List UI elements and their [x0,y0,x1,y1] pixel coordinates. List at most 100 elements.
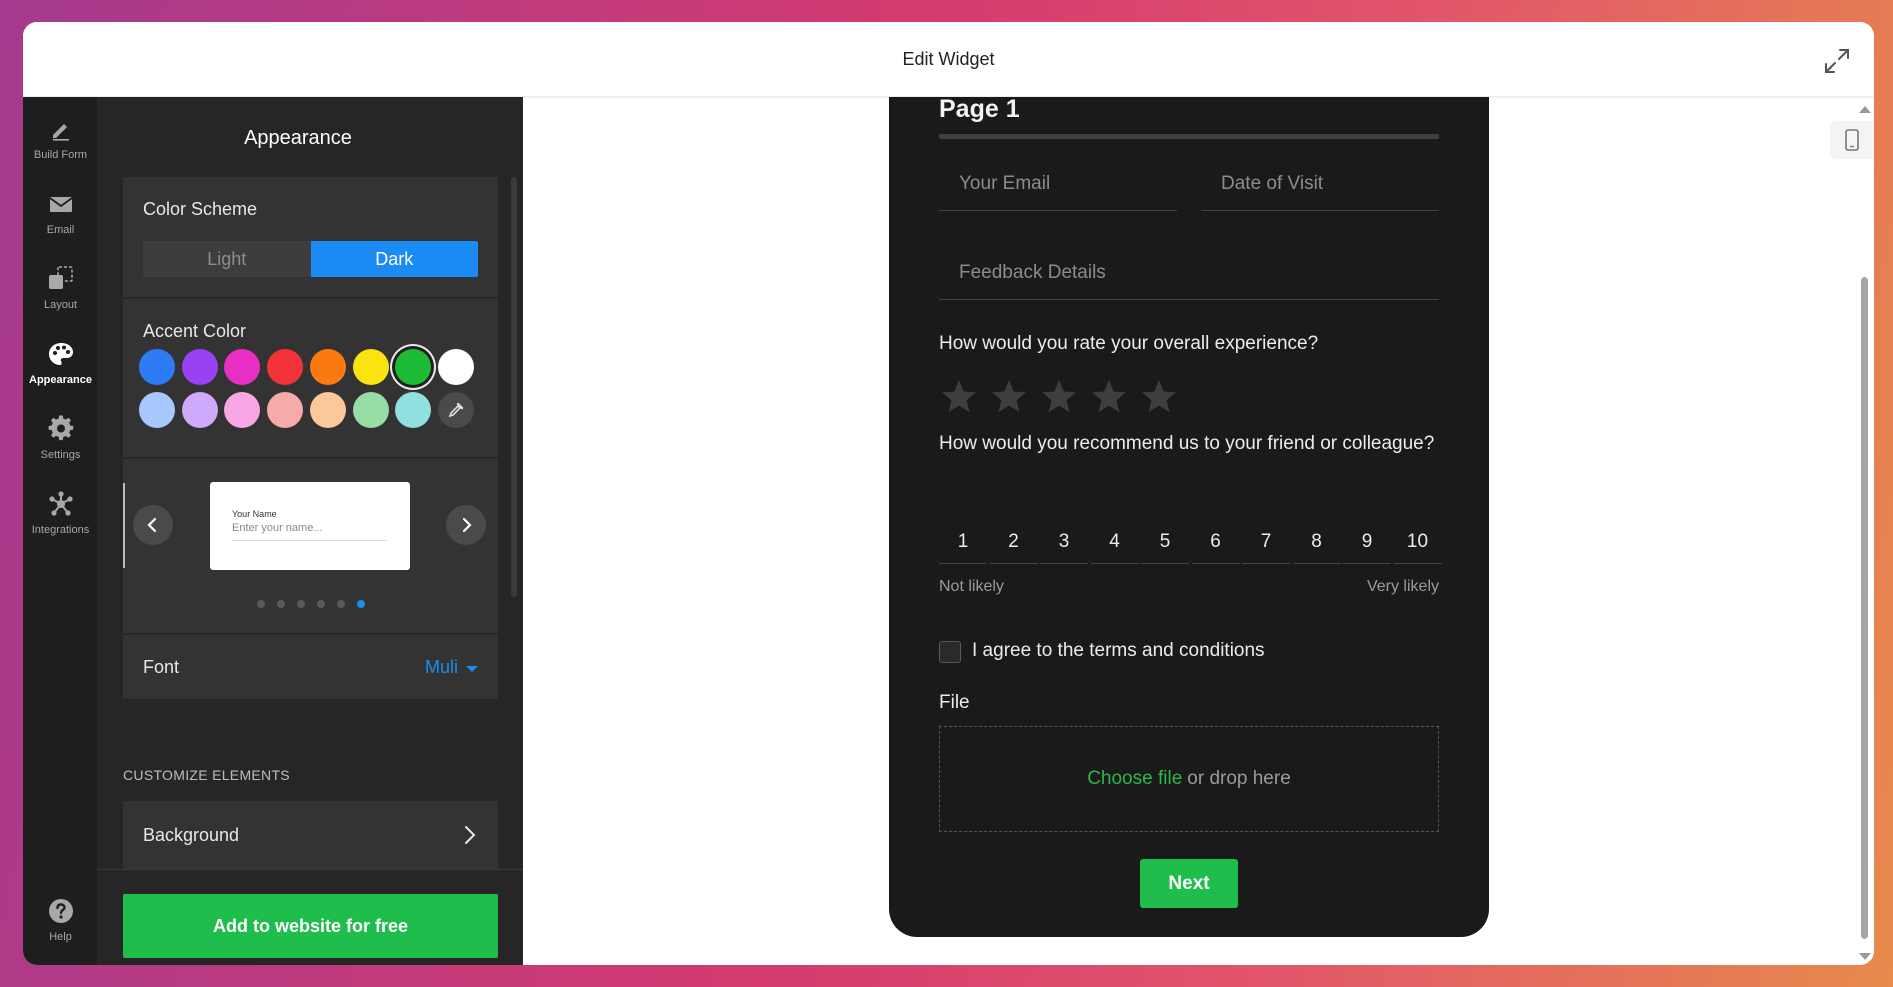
integrations-icon [48,491,73,516]
nps-option[interactable]: 6 [1191,520,1240,564]
carousel-prev-button[interactable] [133,505,173,545]
color-scheme-label: Color Scheme [143,199,258,219]
carousel-dot[interactable] [357,600,365,608]
star-icon[interactable] [939,377,979,417]
rail-item-integrations[interactable]: Integrations [23,484,98,548]
rail-item-help[interactable]: Help [23,891,98,955]
edit-widget-window: Edit Widget Build Form Email Layout Appe… [23,22,1874,965]
scheme-light-button[interactable]: Light [143,241,311,277]
palette-icon [48,343,73,365]
scroll-thumb[interactable] [1861,277,1868,939]
carousel-edge [123,483,125,568]
nps-option[interactable]: 7 [1242,520,1290,564]
scroll-up-arrow[interactable] [1859,106,1871,113]
background-row[interactable]: Background [123,801,498,869]
expand-icon[interactable] [1822,46,1852,76]
accent-swatch[interactable] [139,349,175,385]
email-input[interactable] [939,157,1177,210]
feedback-input[interactable] [939,247,1439,299]
accent-swatch-light[interactable] [309,392,346,428]
terms-label[interactable]: I agree to the terms and conditions [972,640,1265,662]
date-input[interactable] [1201,157,1439,210]
carousel-dot[interactable] [337,600,345,608]
scroll-down-arrow[interactable] [1859,953,1871,960]
star-icon[interactable] [1089,377,1129,417]
carousel-next-button[interactable] [446,505,486,545]
accent-swatch-light[interactable] [181,392,218,428]
rail-item-layout[interactable]: Layout [23,259,98,323]
eyedropper-button[interactable] [437,392,474,428]
drop-here-text: or drop here [1187,768,1291,789]
rail-item-build-form[interactable]: Build Form [23,109,98,173]
accent-swatch[interactable] [395,349,432,385]
carousel-dot[interactable] [257,600,265,608]
panel-title: Appearance [244,127,352,149]
layout-icon [48,266,73,289]
window-title: Edit Widget [902,48,995,69]
font-card: Font Muli [123,633,498,699]
date-of-visit-field[interactable] [1201,157,1439,211]
accent-swatch[interactable] [309,349,346,385]
terms-checkbox[interactable] [939,641,961,663]
choose-file-link[interactable]: Choose file [1087,768,1182,790]
carousel-dot[interactable] [297,600,305,608]
accent-swatch-light[interactable] [352,392,389,428]
color-scheme-card: Color Scheme Light Dark [123,177,498,297]
accent-swatch-light[interactable] [395,392,432,428]
panel-footer: Add to website for free [98,869,523,965]
accent-swatch[interactable] [437,349,474,385]
rail-item-email[interactable]: Email [23,184,98,248]
email-field[interactable] [939,157,1177,211]
rating-question: How would you rate your overall experien… [939,333,1319,354]
accent-swatch-light[interactable] [267,392,304,428]
chevron-right-icon [462,517,472,533]
window-header: Edit Widget [23,22,1874,97]
form-preview-area: Page 1 How would you rate your overall e… [523,95,1874,965]
nps-option[interactable]: 1 [939,520,987,564]
nps-option[interactable]: 4 [1090,520,1139,564]
chevron-left-icon [147,517,157,533]
rail-label-layout: Layout [43,299,78,311]
nps-option[interactable]: 3 [1040,520,1088,564]
preview-field-placeholder: Enter your name... [232,522,323,534]
accent-swatch[interactable] [352,349,389,385]
nps-option[interactable]: 2 [989,520,1038,564]
accent-swatch-light[interactable] [224,392,261,428]
layout-preview-thumbnail[interactable]: Your Name Enter your name... [210,482,410,570]
star-icon[interactable] [989,377,1029,417]
rail-label-build-form: Build Form [33,149,88,161]
accent-swatch[interactable] [181,349,218,385]
help-icon [48,899,73,923]
nps-low-label: Not likely [939,578,1004,595]
star-icon[interactable] [1139,377,1179,417]
caret-down-icon[interactable] [466,666,478,672]
star-icon[interactable] [1039,377,1079,417]
rail-item-settings[interactable]: Settings [23,409,98,473]
accent-swatch[interactable] [224,349,261,385]
rail-item-appearance[interactable]: Appearance [23,334,98,398]
add-to-website-button[interactable]: Add to website for free [123,894,498,958]
file-dropzone[interactable]: Choose file or drop here [939,726,1439,832]
preview-field-label: Your Name [232,509,277,519]
carousel-dot[interactable] [317,600,325,608]
carousel-dot[interactable] [277,600,285,608]
nps-option[interactable]: 10 [1393,520,1442,564]
rail-label-help: Help [49,931,72,943]
chevron-right-icon [465,826,476,844]
page-title: Page 1 [939,95,1020,123]
nps-option[interactable]: 9 [1343,520,1391,564]
font-select-value[interactable]: Muli [425,657,458,678]
nps-option[interactable]: 5 [1141,520,1189,564]
color-scheme-toggle: Light Dark [143,241,478,277]
nps-option[interactable]: 8 [1292,520,1341,564]
panel-scrollbar[interactable] [511,177,517,597]
accent-swatch[interactable] [267,349,304,385]
background-label: Background [143,825,240,845]
font-label: Font [143,657,180,677]
preview-scrollbar[interactable] [1858,97,1871,965]
customize-elements-title: CUSTOMIZE ELEMENTS [123,767,290,783]
next-button[interactable]: Next [1140,859,1238,908]
feedback-details-field[interactable] [939,247,1439,300]
scheme-dark-button[interactable]: Dark [310,241,478,277]
accent-swatch-light[interactable] [139,392,175,428]
